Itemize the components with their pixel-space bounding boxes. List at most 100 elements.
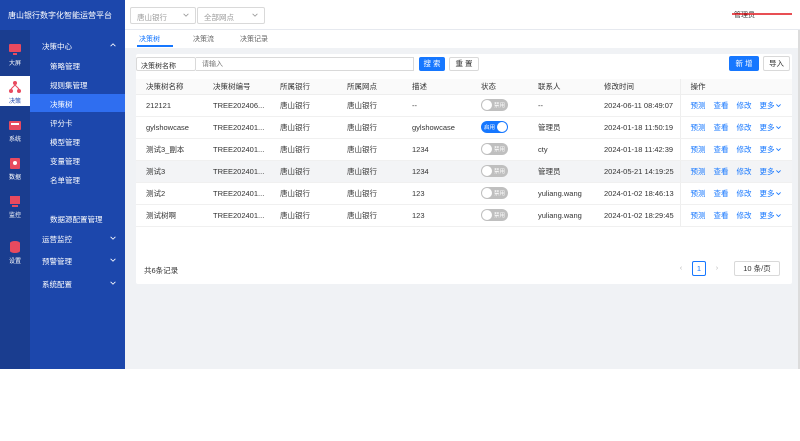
next-page-icon[interactable]: › bbox=[712, 261, 722, 276]
more-link[interactable]: 更多 bbox=[760, 167, 782, 176]
more-link-label: 更多 bbox=[759, 188, 775, 198]
column-header[interactable]: 所属网点 bbox=[337, 79, 402, 95]
menu-item-scorecard[interactable]: 评分卡 bbox=[30, 113, 125, 131]
menu-group-system[interactable]: 系统配置 bbox=[30, 274, 125, 292]
cell-branch: 唐山银行 bbox=[337, 138, 402, 161]
page-size-select[interactable]: 10 条/页 bbox=[734, 261, 780, 276]
column-header[interactable]: 描述 bbox=[402, 79, 471, 95]
chevron-down-icon bbox=[775, 104, 781, 108]
rail-label: 监控 bbox=[8, 213, 21, 219]
menu-item-variable[interactable]: 变量管理 bbox=[30, 151, 125, 169]
view-link[interactable]: 查看 bbox=[714, 211, 729, 220]
predict-link[interactable]: 预测 bbox=[691, 189, 706, 198]
cell-bank: 唐山银行 bbox=[270, 116, 337, 139]
prev-page-icon[interactable]: ‹ bbox=[676, 261, 686, 276]
edit-link[interactable]: 修改 bbox=[737, 101, 752, 110]
edit-link-label: 修改 bbox=[736, 188, 752, 198]
cell-contact: 管理员 bbox=[528, 116, 594, 139]
menu-item-list[interactable]: 名单管理 bbox=[30, 170, 125, 188]
branch-select[interactable]: 全部网点 bbox=[197, 7, 265, 24]
rail-item-screen[interactable]: 大屏 bbox=[0, 38, 30, 68]
column-header[interactable]: 所属银行 bbox=[270, 79, 337, 95]
reset-button[interactable]: 重 置 bbox=[449, 57, 479, 71]
view-link[interactable]: 查看 bbox=[714, 123, 729, 132]
menu-group-decision[interactable]: 决策中心 bbox=[30, 36, 125, 54]
predict-link[interactable]: 预测 bbox=[691, 145, 706, 154]
tab-decision-tree[interactable]: 决策树 bbox=[139, 34, 160, 44]
menu-group-monitor[interactable]: 运营监控 bbox=[30, 229, 125, 247]
table-header-row: 决策树名称 决策树编号 所属银行 所属网点 描述 状态 联系人 修改时间 操作 bbox=[136, 79, 792, 95]
predict-link[interactable]: 预测 bbox=[691, 167, 706, 176]
edit-link[interactable]: 修改 bbox=[737, 211, 752, 220]
cell-name: 测试3 bbox=[136, 160, 203, 183]
cell-bank: 唐山银行 bbox=[270, 138, 337, 161]
status-toggle[interactable]: 禁用 bbox=[481, 165, 508, 177]
import-button[interactable]: 导入 bbox=[763, 56, 790, 71]
view-link[interactable]: 查看 bbox=[714, 189, 729, 198]
page-current[interactable]: 1 bbox=[692, 261, 706, 276]
rail-item-settings[interactable]: 设置 bbox=[0, 236, 30, 266]
bank-select[interactable]: 唐山银行 bbox=[130, 7, 196, 24]
cell-desc: 123 bbox=[402, 182, 471, 205]
view-link[interactable]: 查看 bbox=[714, 101, 729, 110]
tab-decision-record[interactable]: 决策记录 bbox=[240, 34, 268, 44]
column-header[interactable]: 修改时间 bbox=[594, 79, 680, 95]
edit-link[interactable]: 修改 bbox=[737, 167, 752, 176]
rail-item-data[interactable]: 数据 bbox=[0, 152, 30, 182]
menu-item-label: 数据源配置管理 bbox=[50, 215, 103, 224]
more-link[interactable]: 更多 bbox=[760, 145, 782, 154]
status-toggle[interactable]: 禁用 bbox=[481, 187, 508, 199]
column-header[interactable]: 状态 bbox=[471, 79, 528, 95]
table-panel: 决策树名称 搜 索 重 置 新 增 导入 决策树名称 决策树编号 所属银行 所属… bbox=[136, 54, 792, 284]
field-select[interactable]: 决策树名称 bbox=[136, 57, 196, 71]
menu-group-warning[interactable]: 预警管理 bbox=[30, 251, 125, 269]
menu-item-decision-tree[interactable]: 决策树 bbox=[30, 94, 125, 112]
search-input[interactable] bbox=[196, 57, 414, 71]
more-link[interactable]: 更多 bbox=[760, 123, 782, 132]
add-button[interactable]: 新 增 bbox=[729, 56, 759, 71]
rail-item-system[interactable]: 系统 bbox=[0, 114, 30, 144]
status-toggle[interactable]: 禁用 bbox=[481, 99, 508, 111]
column-header[interactable]: 决策树名称 bbox=[136, 79, 203, 95]
more-link[interactable]: 更多 bbox=[760, 211, 782, 220]
view-link[interactable]: 查看 bbox=[714, 167, 729, 176]
rail-item-decision[interactable]: 决策 bbox=[0, 76, 30, 106]
status-toggle[interactable]: 禁用 bbox=[481, 209, 508, 221]
main-content: 决策树 决策流 决策记录 决策树名称 搜 索 重 置 新 增 导入 决策树名称 bbox=[125, 30, 800, 369]
predict-link[interactable]: 预测 bbox=[691, 101, 706, 110]
search-button[interactable]: 搜 索 bbox=[419, 57, 445, 71]
predict-link[interactable]: 预测 bbox=[691, 211, 706, 220]
rail-label: 大屏 bbox=[8, 61, 21, 67]
cell-actions: 预测 查看 修改 更多 bbox=[679, 182, 792, 205]
edit-link[interactable]: 修改 bbox=[737, 123, 752, 132]
cell-code: TREE202401... bbox=[203, 204, 270, 227]
menu-item-label: 名单管理 bbox=[50, 176, 80, 185]
column-header[interactable]: 联系人 bbox=[528, 79, 594, 95]
cell-bank: 唐山银行 bbox=[270, 94, 337, 117]
cell-time: 2024-01-02 18:29:45 bbox=[594, 204, 680, 227]
tab-decision-flow[interactable]: 决策流 bbox=[193, 34, 214, 44]
edit-link[interactable]: 修改 bbox=[737, 145, 752, 154]
more-link[interactable]: 更多 bbox=[760, 101, 782, 110]
menu-item-strategy[interactable]: 策略管理 bbox=[30, 56, 125, 74]
column-header[interactable]: 决策树编号 bbox=[203, 79, 270, 95]
rail-item-monitor[interactable]: 监控 bbox=[0, 190, 30, 220]
menu-item-label: 变量管理 bbox=[50, 157, 80, 166]
menu-group-label: 系统配置 bbox=[42, 280, 72, 289]
user-menu[interactable]: 管理员 bbox=[732, 10, 794, 18]
more-link-label: 更多 bbox=[759, 166, 775, 176]
menu-item-ruleset[interactable]: 规则集管理 bbox=[30, 75, 125, 93]
edit-link[interactable]: 修改 bbox=[737, 189, 752, 198]
predict-link[interactable]: 预测 bbox=[691, 123, 706, 132]
status-toggle[interactable]: 启用 bbox=[481, 121, 508, 133]
view-link[interactable]: 查看 bbox=[714, 145, 729, 154]
menu-item-datasource[interactable]: 数据源配置管理 bbox=[30, 209, 125, 227]
cell-status: 禁用 bbox=[471, 160, 528, 183]
status-toggle[interactable]: 禁用 bbox=[481, 143, 508, 155]
predict-link-label: 预测 bbox=[690, 122, 706, 132]
more-link[interactable]: 更多 bbox=[760, 189, 782, 198]
screen-icon bbox=[9, 44, 21, 55]
decision-tree-icon bbox=[9, 81, 21, 93]
menu-item-model[interactable]: 模型管理 bbox=[30, 132, 125, 150]
view-link-label: 查看 bbox=[713, 144, 729, 154]
